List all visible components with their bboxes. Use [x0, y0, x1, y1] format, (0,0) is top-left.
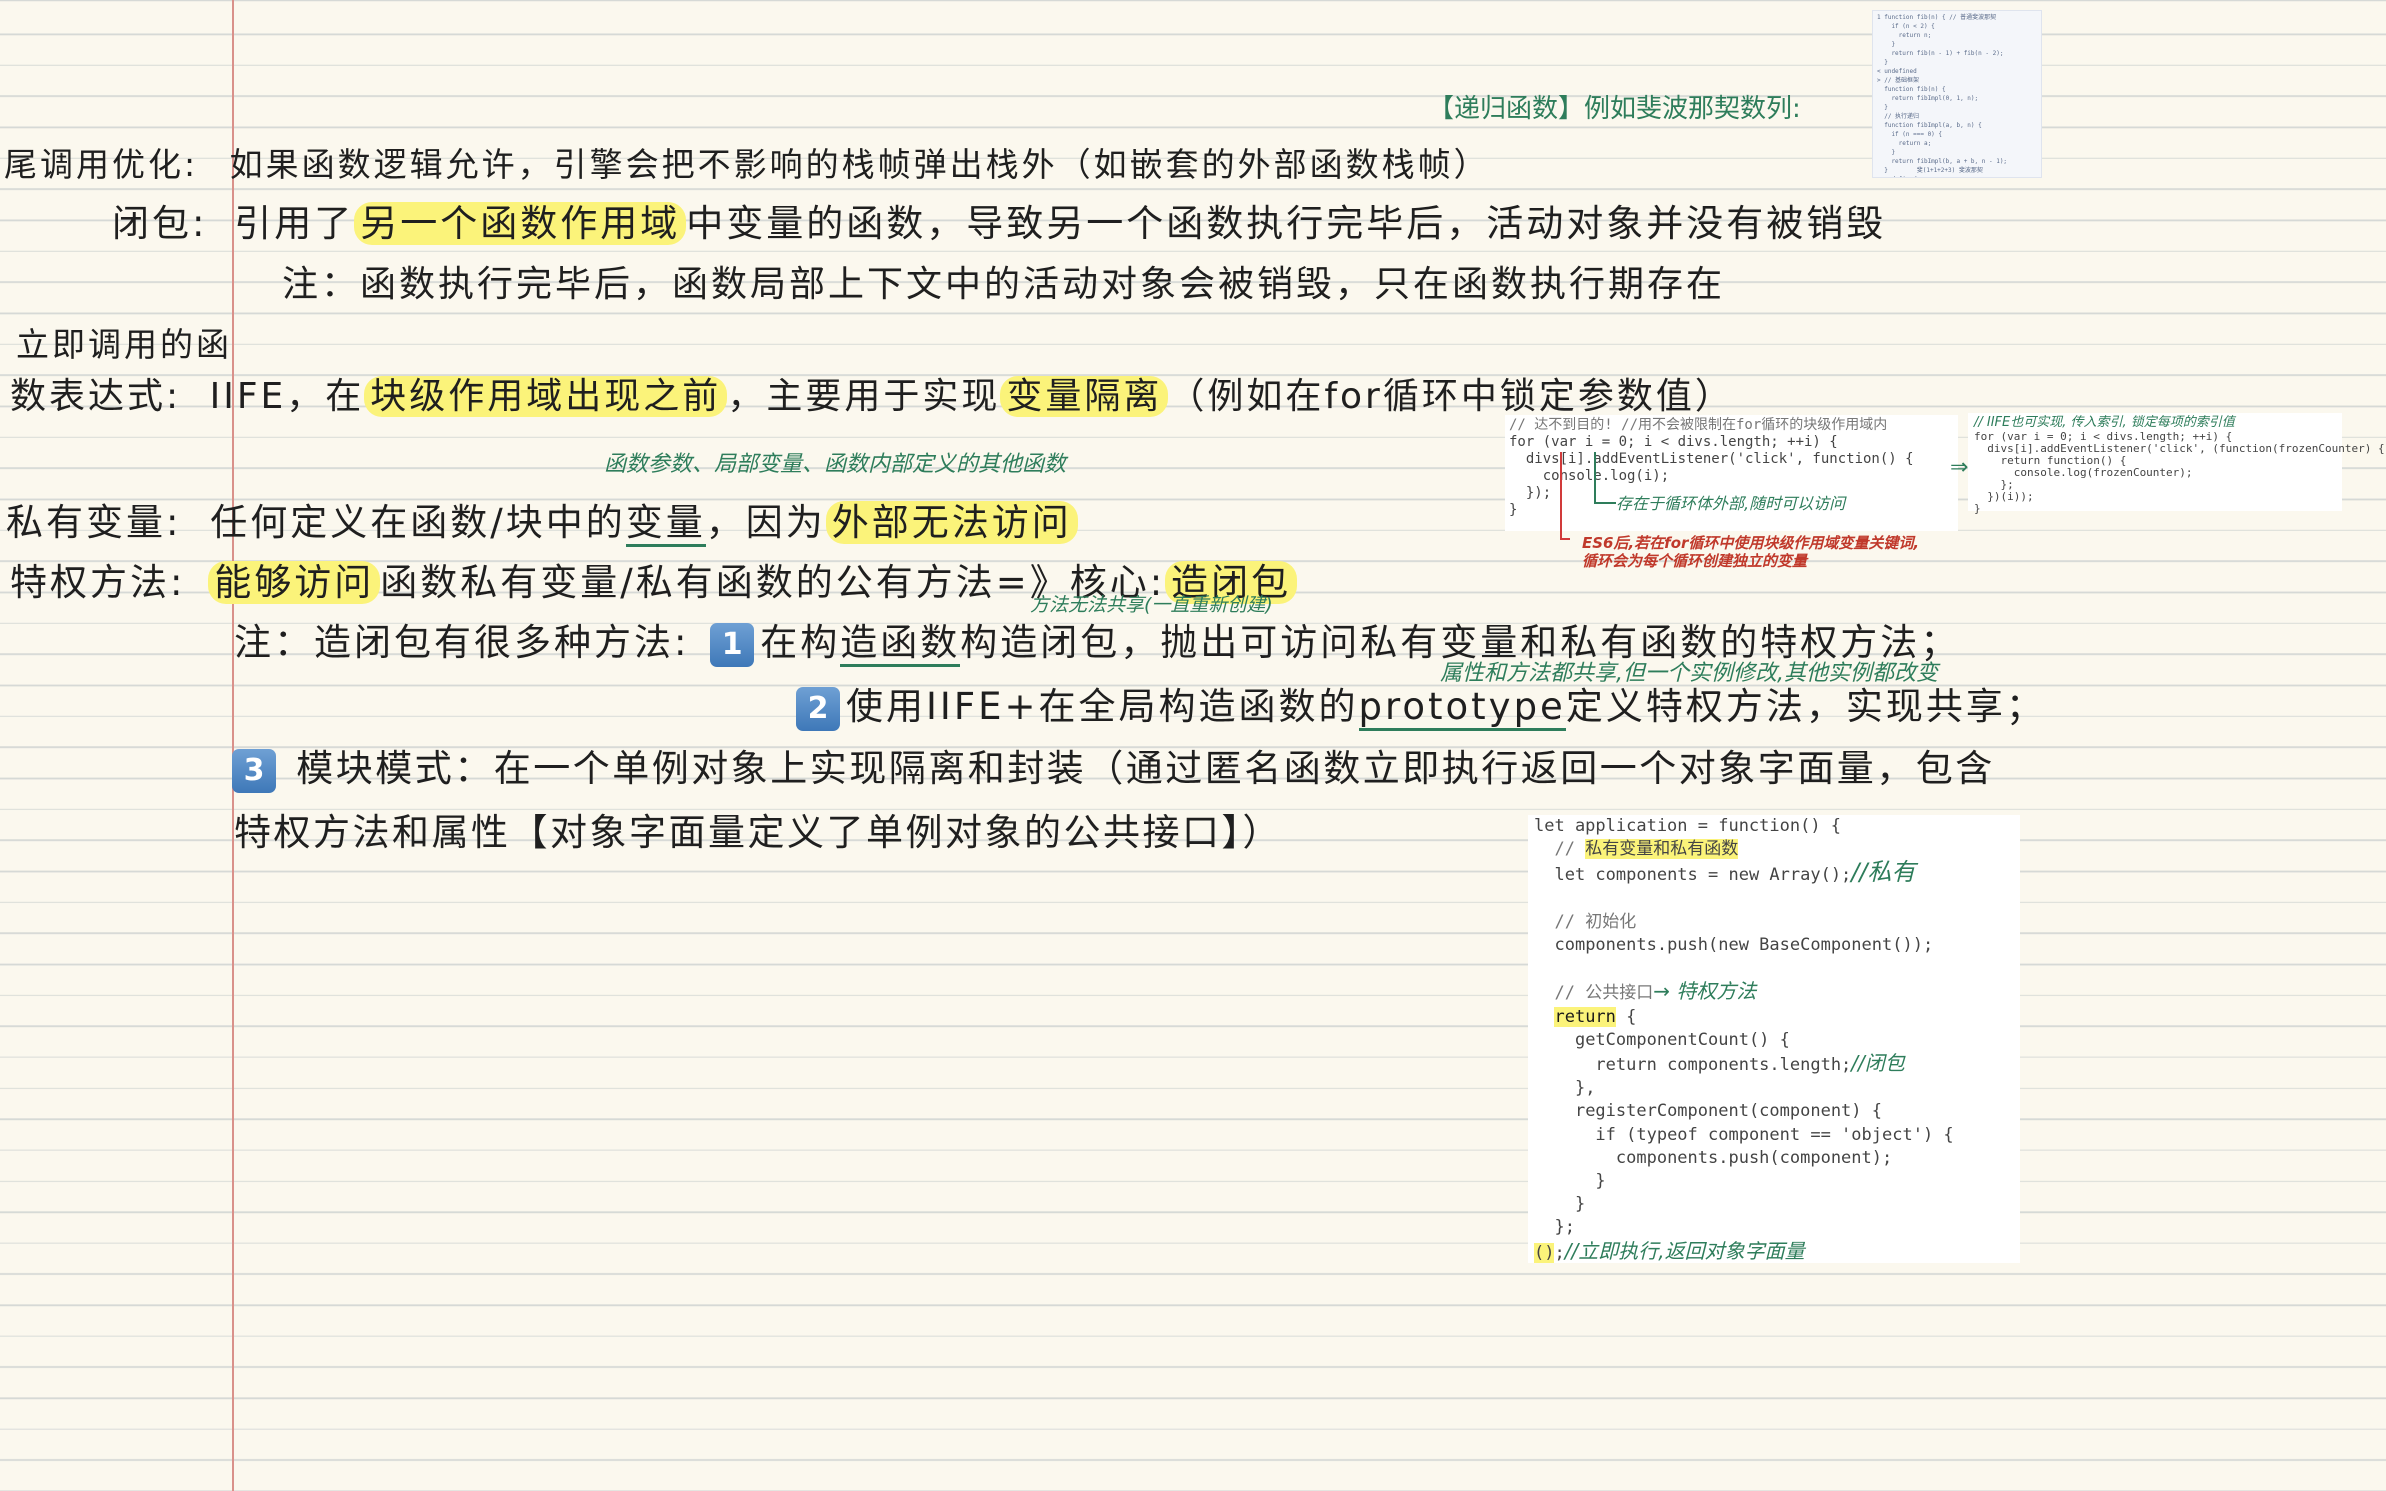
number-3-icon: 3: [232, 748, 276, 793]
code-line: // 执行递归: [1877, 113, 1920, 120]
annotation-arrow: [1594, 452, 1616, 504]
code-line: return n;: [1877, 32, 1932, 39]
code-line: }: [1877, 104, 1888, 111]
code-line: }: [1554, 1194, 1586, 1215]
code-line: for (var i = 0; i < divs.length; ++i) {: [1509, 434, 1838, 450]
fibonacci-code-screenshot: 1 function fib(n) { // 普通斐波那契 if (n < 2)…: [1872, 10, 2042, 178]
code-line: }: [1974, 502, 1981, 515]
recursion-title: 【递归函数】例如斐波那契数列:: [1428, 94, 1801, 124]
underline: prototype: [1358, 685, 1566, 731]
iife-loop-code: // IIFE也可实现, 传入索引, 锁定每项的索引值 for (var i =…: [1968, 413, 2385, 515]
code-line: 1 function fib(n) { // 普通斐波那契: [1877, 14, 1997, 21]
code-line: ();//立即执行,返回对象字面量: [1534, 1238, 1805, 1263]
highlight: 块级作用域出现之前: [364, 376, 728, 417]
module-pattern-code: let application = function() { // 私有变量和私…: [1528, 815, 2020, 1263]
code-line: registerComponent(component) {: [1554, 1101, 1882, 1122]
code-line: } 斐(1+1+2+3) 斐波那契: [1877, 167, 1983, 174]
var-annotation-3: 循环会为每个循环创建独立的变量: [1582, 552, 1808, 570]
note-iife-label-1: 立即调用的函: [16, 325, 232, 364]
underline: 变量: [625, 501, 706, 547]
code-line: return fibImpl(b, a + b, n - 1);: [1877, 158, 2008, 165]
code-line: // 私有变量和私有函数: [1554, 839, 1739, 860]
code-line: }: [1877, 149, 1896, 156]
note-label: 数表达式:: [10, 376, 182, 417]
note-closure: 闭包: 引用了 另一个函数作用域 中变量的函数，导致另一个函数执行完毕后，活动对象并…: [112, 202, 1887, 245]
code-line: getComponentCount() {: [1554, 1029, 1790, 1050]
note-label: 私有变量:: [6, 501, 182, 544]
code-line: console.log(i);: [1509, 468, 1670, 484]
code-line: return fib(n - 1) + fib(n - 2);: [1877, 50, 2004, 57]
code-line: // 公共接口→ 特权方法: [1554, 979, 1757, 1004]
code-line: > // 基础框架: [1877, 77, 1920, 84]
note-label: 闭包:: [112, 202, 208, 245]
code-line: divs[i].addEventListener('click', functi…: [1509, 451, 1914, 467]
code-line: < undefined: [1877, 68, 1917, 75]
note-method-2: 2 使用IIFE+在全局构造函数的prototype定义特权方法，实现共享；: [790, 676, 2046, 731]
code-line: }: [1554, 1171, 1606, 1192]
annotation-arrow: [1560, 452, 1570, 540]
code-line: };: [1554, 1217, 1575, 1238]
code-line: if (n === 0) {: [1877, 131, 1943, 138]
code-line: }: [1877, 41, 1896, 48]
code-line: if (typeof component == 'object') {: [1554, 1124, 1954, 1145]
code-line: function fibImpl(a, b, n) {: [1877, 122, 1982, 129]
note-private: 私有变量: 任何定义在函数/块中的变量，因为 外部无法访问: [6, 492, 1078, 547]
note-text: 如果函数逻辑允许，引擎会把不影响的栈帧弹出栈外（如嵌套的外部函数栈帧）: [229, 145, 1490, 184]
code-line: components.push(component);: [1554, 1147, 1893, 1168]
code-line: // 初始化: [1554, 911, 1637, 932]
note-tail-call: 尾调用优化: 如果函数逻辑允许，引擎会把不影响的栈帧弹出栈外（如嵌套的外部函数栈…: [4, 138, 1490, 186]
arrow-icon: ⇒: [1950, 455, 1969, 480]
code-line: return a;: [1877, 140, 1932, 147]
code-line: if (n < 2) {: [1877, 23, 1935, 30]
code-line: return {: [1554, 1006, 1637, 1027]
code-line: })(i));: [1974, 490, 2034, 503]
note-label: 尾调用优化:: [4, 145, 199, 184]
code-line: }: [1877, 59, 1888, 66]
note-module-2: 特权方法和属性【对象字面量定义了单例对象的公共接口】）: [234, 811, 1282, 854]
code-line: // 达不到目的! //用不会被限制在for循环的块级作用域内: [1509, 417, 1888, 433]
note-label: 特权方法:: [10, 561, 186, 604]
highlight: 能够访问: [208, 561, 381, 604]
underline: 造函数: [840, 621, 961, 667]
code-line: },: [1554, 1078, 1596, 1099]
private-annotation: 函数参数、局部变量、函数内部定义的其他函数: [604, 452, 1067, 477]
code-line: function fib(n) {: [1877, 86, 1946, 93]
note-module-1: 3 模块模式：在一个单例对象上实现隔离和封装（通过匿名函数立即执行返回一个对象字…: [232, 738, 1995, 793]
var-annotation-1: 存在于循环体外部,随时可以访问: [1616, 494, 1846, 513]
code-line: return components.length;//闭包: [1554, 1051, 1905, 1076]
note-iife: 数表达式: IIFE，在 块级作用域出现之前 ，主要用于实现 变量隔离 （例如在for循…: [10, 376, 1734, 417]
code-line: return fibImpl(0, 1, n);: [1877, 95, 1979, 102]
highlight: 外部无法访问: [825, 501, 1078, 544]
code-line: let application = function() {: [1534, 816, 1842, 836]
highlight: 另一个函数作用域: [354, 202, 687, 245]
number-2-icon: 2: [796, 686, 840, 731]
code-line: console.log(frozenCounter);: [1974, 466, 2193, 479]
number-1-icon: 1: [710, 622, 755, 667]
code-line: components.push(new BaseComponent());: [1554, 935, 1934, 956]
highlight: 变量隔离: [1000, 376, 1169, 417]
code-line: let components = new Array();//私有: [1554, 858, 1916, 887]
code-comment: // IIFE也可实现, 传入索引, 锁定每项的索引值: [1974, 415, 2235, 430]
note-closure-remark: 注：函数执行完毕后，函数局部上下文中的活动对象会被销毁，只在函数执行期存在: [282, 264, 1726, 305]
code-line: < undefined: [1877, 175, 2037, 177]
